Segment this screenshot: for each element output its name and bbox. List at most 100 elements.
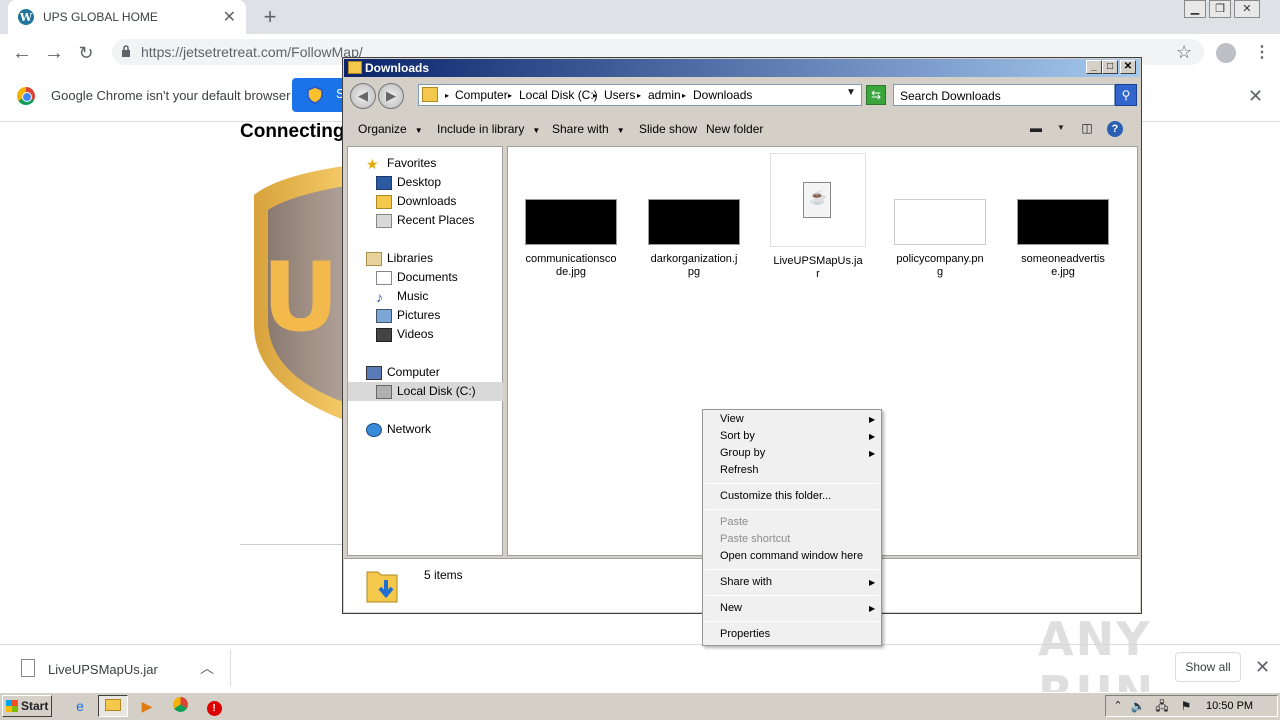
recent-places-icon (376, 213, 392, 228)
reload-icon[interactable]: ↻ (74, 42, 98, 64)
nav-recent-places[interactable]: Recent Places (376, 211, 474, 230)
explorer-forward-button[interactable]: ▶ (378, 83, 404, 109)
nav-local-disk[interactable]: Local Disk (C:) (376, 382, 476, 401)
explorer-maximize-button[interactable]: □ (1102, 60, 1118, 74)
flag-icon[interactable]: ⚑ (1176, 697, 1196, 715)
chrome-taskbar-icon[interactable] (170, 697, 190, 715)
tray-expand-icon[interactable]: ⌃ (1108, 697, 1128, 715)
browser-tab[interactable]: W UPS GLOBAL HOME ✕ (8, 0, 246, 34)
breadcrumb-local-disk[interactable]: Local Disk (C:) (519, 88, 598, 102)
nav-network[interactable]: Network (366, 420, 431, 439)
nav-downloads[interactable]: Downloads (376, 192, 456, 211)
explorer-title[interactable]: Downloads (344, 59, 1140, 77)
new-folder-button[interactable]: New folder (706, 122, 763, 136)
image-thumbnail (648, 199, 740, 245)
address-dropdown-icon[interactable]: ▼ (846, 87, 856, 98)
nav-videos[interactable]: Videos (376, 325, 433, 344)
nav-libraries[interactable]: Libraries (366, 249, 433, 268)
media-player-icon[interactable]: ▶ (137, 697, 157, 715)
menu-item-properties[interactable]: Properties (720, 628, 770, 640)
file-item[interactable]: darkorganization.jpg (646, 153, 742, 279)
nav-documents-label: Documents (397, 270, 458, 284)
view-dropdown-icon[interactable]: ▼ (1052, 120, 1070, 136)
help-icon[interactable]: ? (1106, 120, 1124, 137)
menu-separator (705, 509, 879, 510)
organize-button[interactable]: Organize ▼ (358, 122, 423, 136)
menu-item-sort-by[interactable]: Sort by (720, 430, 755, 442)
desktop-icon (376, 175, 392, 190)
breadcrumb-downloads[interactable]: Downloads (693, 88, 752, 102)
downloads-folder-icon (376, 194, 392, 209)
start-button[interactable]: Start (2, 695, 52, 717)
menu-separator (705, 595, 879, 596)
include-in-library-button[interactable]: Include in library ▼ (437, 122, 540, 136)
close-tab-icon[interactable]: ✕ (223, 7, 236, 27)
breadcrumb-arrow-icon[interactable]: ▸ (508, 91, 512, 100)
nav-music[interactable]: ♪ Music (376, 287, 428, 306)
menu-item-customize[interactable]: Customize this folder... (720, 490, 831, 502)
file-item[interactable]: LiveUPSMapUs.jar (770, 153, 866, 281)
infobar-close-icon[interactable]: ✕ (1248, 86, 1263, 107)
ups-shield-logo: U (254, 165, 352, 423)
chevron-up-icon[interactable]: ︿ (200, 658, 214, 678)
breadcrumb-admin[interactable]: admin (648, 88, 681, 102)
search-icon[interactable]: ⚲ (1115, 84, 1137, 106)
breadcrumb-computer[interactable]: Computer (455, 88, 508, 102)
refresh-icon[interactable]: ⇆ (866, 85, 886, 105)
file-item[interactable]: communicationscode.jpg (523, 153, 619, 279)
file-name: communicationscode.jpg (525, 253, 617, 278)
change-view-icon[interactable]: ▬ (1027, 120, 1045, 136)
breadcrumb-arrow-icon[interactable]: ▸ (637, 91, 641, 100)
breadcrumb-arrow-icon[interactable]: ▸ (682, 91, 686, 100)
share-with-button[interactable]: Share with ▼ (552, 122, 625, 136)
file-name: someoneadvertise.jpg (1021, 253, 1105, 278)
nav-documents[interactable]: Documents (376, 268, 458, 287)
nav-favorites[interactable]: ★ Favorites (366, 154, 436, 173)
breadcrumb-arrow-icon[interactable]: ▸ (445, 91, 449, 100)
menu-item-view[interactable]: View (720, 413, 744, 425)
preview-pane-icon[interactable]: ◫ (1078, 120, 1096, 136)
download-filename[interactable]: LiveUPSMapUs.jar (48, 662, 158, 677)
profile-avatar[interactable] (1216, 43, 1236, 63)
menu-separator (705, 483, 879, 484)
file-item[interactable]: someoneadvertise.jpg (1015, 153, 1111, 279)
minimize-button[interactable]: ▁ (1184, 0, 1206, 18)
page-heading: Connecting (240, 121, 345, 142)
image-thumbnail (1017, 199, 1109, 245)
breadcrumb-users[interactable]: Users (604, 88, 635, 102)
file-name: darkorganization.jpg (650, 253, 738, 278)
clock[interactable]: 10:50 PM (1206, 700, 1253, 712)
menu-kebab-icon[interactable]: ⋮ (1254, 42, 1270, 62)
ie-icon[interactable]: e (70, 697, 90, 715)
close-window-button[interactable]: ✕ (1234, 0, 1260, 18)
menu-item-new[interactable]: New (720, 602, 742, 614)
svg-text:U: U (262, 243, 339, 353)
volume-icon[interactable]: 🔈 (1128, 697, 1148, 715)
breadcrumb-arrow-icon[interactable]: ▸ (593, 91, 597, 100)
explorer-back-button[interactable]: ◀ (350, 83, 376, 109)
forward-icon[interactable]: → (42, 42, 66, 64)
downloads-folder-icon (366, 571, 398, 603)
slide-show-button[interactable]: Slide show (639, 122, 697, 136)
file-icon (21, 659, 35, 677)
menu-item-group-by[interactable]: Group by (720, 447, 765, 459)
back-icon[interactable]: ← (10, 42, 34, 64)
file-item[interactable]: policycompany.png (892, 153, 988, 279)
url-text[interactable]: https://jetsetretreat.com/FollowMap/ (141, 44, 363, 60)
nav-network-label: Network (387, 422, 432, 436)
stop-icon[interactable]: ! (204, 697, 224, 716)
search-input[interactable]: Search Downloads (893, 84, 1115, 106)
menu-item-refresh[interactable]: Refresh (720, 464, 759, 476)
menu-item-share-with[interactable]: Share with (720, 576, 772, 588)
menu-item-open-command-window[interactable]: Open command window here (720, 550, 863, 562)
nav-desktop[interactable]: Desktop (376, 173, 441, 192)
new-tab-button[interactable]: + (258, 4, 282, 30)
restore-button[interactable]: ❐ (1209, 0, 1231, 18)
nav-computer[interactable]: Computer (366, 363, 440, 382)
image-thumbnail (894, 199, 986, 245)
explorer-close-button[interactable]: ✕ (1120, 60, 1136, 74)
bookmark-star-icon[interactable]: ☆ (1176, 42, 1192, 63)
nav-pictures[interactable]: Pictures (376, 306, 440, 325)
explorer-minimize-button[interactable]: _ (1086, 60, 1102, 74)
network-icon[interactable]: 🖧 (1152, 697, 1172, 715)
